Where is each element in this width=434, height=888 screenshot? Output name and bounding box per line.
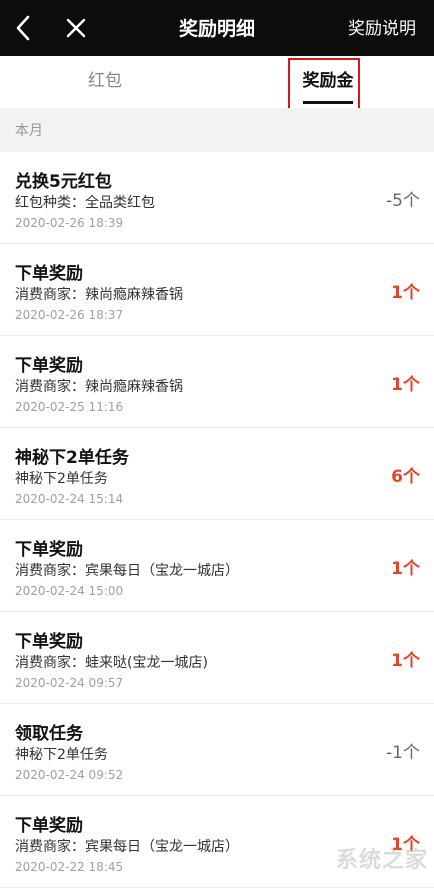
record-title: 兑换5元红包 (15, 172, 112, 192)
list-item[interactable]: 领取任务 神秘下2单任务 2020-02-24 09:52 -1个 (0, 704, 434, 796)
record-subtitle: 红包种类：全品类红包 (15, 195, 155, 211)
record-subtitle: 消费商家：辣尚瘾麻辣香锅 (15, 287, 183, 303)
record-subtitle: 消费商家：蛙来哒(宝龙一城店) (15, 655, 208, 671)
record-time: 2020-02-24 09:57 (15, 676, 124, 690)
record-amount: 1个 (391, 375, 420, 395)
record-title: 下单奖励 (15, 264, 83, 284)
record-subtitle: 消费商家：宾果每日（宝龙一城店） (15, 563, 239, 579)
record-amount: 1个 (391, 283, 420, 303)
record-time: 2020-02-24 15:00 (15, 584, 124, 598)
list-item[interactable]: 神秘下2单任务 神秘下2单任务 2020-02-24 15:14 6个 (0, 428, 434, 520)
record-amount: 1个 (391, 651, 420, 671)
record-amount: 6个 (391, 467, 420, 487)
record-amount: -5个 (386, 191, 420, 211)
record-time: 2020-02-26 18:39 (15, 216, 124, 230)
record-time: 2020-02-22 18:45 (15, 860, 124, 874)
record-subtitle: 消费商家：辣尚瘾麻辣香锅 (15, 379, 183, 395)
tab-bar: 红包 奖励金 (0, 56, 434, 108)
reward-rules-link[interactable]: 奖励说明 (348, 0, 416, 56)
record-title: 下单奖励 (15, 632, 83, 652)
record-time: 2020-02-24 15:14 (15, 492, 124, 506)
record-title: 领取任务 (15, 724, 83, 744)
record-title: 神秘下2单任务 (15, 448, 129, 468)
chevron-left-icon[interactable] (10, 12, 38, 44)
record-title: 下单奖励 (15, 356, 83, 376)
record-time: 2020-02-25 11:16 (15, 400, 124, 414)
record-time: 2020-02-26 18:37 (15, 308, 124, 322)
list-item[interactable]: 兑换5元红包 红包种类：全品类红包 2020-02-26 18:39 -5个 (0, 152, 434, 244)
record-amount: 1个 (391, 559, 420, 579)
record-amount: 1个 (391, 835, 420, 855)
reward-record-list: 兑换5元红包 红包种类：全品类红包 2020-02-26 18:39 -5个 下… (0, 152, 434, 888)
top-navbar: 奖励明细 奖励说明 (0, 0, 434, 56)
record-time: 2020-02-24 09:52 (15, 768, 124, 782)
list-item[interactable]: 下单奖励 消费商家：蛙来哒(宝龙一城店) 2020-02-24 09:57 1个 (0, 612, 434, 704)
record-subtitle: 神秘下2单任务 (15, 471, 108, 487)
list-item[interactable]: 下单奖励 消费商家：宾果每日（宝龙一城店） 2020-02-24 15:00 1… (0, 520, 434, 612)
record-title: 下单奖励 (15, 816, 83, 836)
record-amount: -1个 (386, 743, 420, 763)
record-subtitle: 神秘下2单任务 (15, 747, 108, 763)
active-tab-underline (303, 101, 353, 104)
section-header-this-month: 本月 (0, 108, 434, 152)
list-item[interactable]: 下单奖励 消费商家：辣尚瘾麻辣香锅 2020-02-26 18:37 1个 (0, 244, 434, 336)
record-title: 下单奖励 (15, 540, 83, 560)
close-icon[interactable] (62, 14, 90, 42)
list-item[interactable]: 下单奖励 消费商家：宾果每日（宝龙一城店） 2020-02-22 18:45 1… (0, 796, 434, 888)
tab-red-packet[interactable]: 红包 (50, 56, 160, 108)
record-subtitle: 消费商家：宾果每日（宝龙一城店） (15, 839, 239, 855)
list-item[interactable]: 下单奖励 消费商家：辣尚瘾麻辣香锅 2020-02-25 11:16 1个 (0, 336, 434, 428)
